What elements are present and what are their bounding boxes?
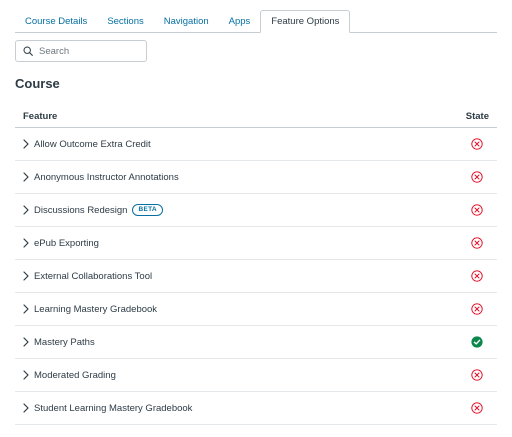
feature-name: Allow Outcome Extra Credit [34, 138, 151, 150]
x-circle-icon [471, 171, 483, 183]
feature-state-toggle[interactable] [459, 204, 495, 216]
table-body: Allow Outcome Extra Credit Anonymous Inst… [15, 128, 497, 425]
feature-state-toggle[interactable] [459, 303, 495, 315]
table-row: Learning Mastery Gradebook [15, 293, 497, 326]
settings-tabs: Course Details Sections Navigation Apps … [15, 10, 497, 33]
beta-badge: BETA [132, 204, 163, 216]
feature-cell: Mastery Paths [34, 337, 459, 348]
column-header-feature: Feature [23, 110, 58, 122]
tab-feature-options[interactable]: Feature Options [260, 10, 351, 33]
feature-name: Discussions Redesign [34, 204, 128, 216]
column-header-state: State [465, 110, 489, 122]
feature-name: External Collaborations Tool [34, 270, 153, 282]
table-row: Student Learning Mastery Gradebook [15, 392, 497, 425]
feature-name: Anonymous Instructor Annotations [34, 171, 179, 183]
chevron-right-icon[interactable] [23, 370, 29, 380]
chevron-right-icon[interactable] [23, 304, 29, 314]
feature-state-toggle[interactable] [459, 171, 495, 183]
feature-state-toggle[interactable] [459, 369, 495, 381]
search-input[interactable] [39, 45, 134, 57]
feature-state-toggle[interactable] [459, 138, 495, 150]
x-circle-icon [471, 303, 483, 315]
table-header: Feature State [15, 105, 497, 128]
x-circle-icon [471, 369, 483, 381]
table-row: Mastery Paths [15, 326, 497, 359]
course-settings-page: Course Details Sections Navigation Apps … [0, 0, 512, 437]
feature-cell: External Collaborations Tool [34, 271, 459, 282]
chevron-right-icon[interactable] [23, 172, 29, 182]
feature-state-toggle[interactable] [459, 336, 495, 348]
feature-state-toggle[interactable] [459, 402, 495, 414]
feature-cell: ePub Exporting [34, 238, 459, 249]
x-circle-icon [471, 204, 483, 216]
tab-sections[interactable]: Sections [97, 11, 153, 32]
table-row: Anonymous Instructor Annotations [15, 161, 497, 194]
table-row: External Collaborations Tool [15, 260, 497, 293]
check-circle-icon [471, 336, 483, 348]
feature-state-toggle[interactable] [459, 237, 495, 249]
search-icon [23, 46, 33, 56]
chevron-right-icon[interactable] [23, 238, 29, 248]
feature-name: Student Learning Mastery Gradebook [34, 402, 193, 414]
section-title: Course [15, 76, 60, 91]
feature-cell: Allow Outcome Extra Credit [34, 139, 459, 150]
feature-cell: Student Learning Mastery Gradebook [34, 403, 459, 414]
x-circle-icon [471, 402, 483, 414]
table-row: Discussions Redesign BETA [15, 194, 497, 227]
table-row: ePub Exporting [15, 227, 497, 260]
feature-cell: Moderated Grading [34, 370, 459, 381]
tab-navigation[interactable]: Navigation [154, 11, 219, 32]
feature-cell: Anonymous Instructor Annotations [34, 172, 459, 183]
x-circle-icon [471, 237, 483, 249]
table-row: Moderated Grading [15, 359, 497, 392]
search-box[interactable] [15, 40, 147, 62]
features-table: Feature State Allow Outcome Extra Credit… [15, 105, 497, 425]
x-circle-icon [471, 270, 483, 282]
tab-course-details[interactable]: Course Details [15, 11, 97, 32]
feature-cell: Discussions Redesign BETA [34, 204, 459, 216]
tab-apps[interactable]: Apps [219, 11, 261, 32]
feature-state-toggle[interactable] [459, 270, 495, 282]
chevron-right-icon[interactable] [23, 337, 29, 347]
feature-name: Learning Mastery Gradebook [34, 303, 158, 315]
chevron-right-icon[interactable] [23, 139, 29, 149]
feature-name: Moderated Grading [34, 369, 116, 381]
chevron-right-icon[interactable] [23, 403, 29, 413]
table-row: Allow Outcome Extra Credit [15, 128, 497, 161]
chevron-right-icon[interactable] [23, 205, 29, 215]
chevron-right-icon[interactable] [23, 271, 29, 281]
feature-name: ePub Exporting [34, 237, 99, 249]
feature-cell: Learning Mastery Gradebook [34, 304, 459, 315]
feature-name: Mastery Paths [34, 336, 95, 348]
x-circle-icon [471, 138, 483, 150]
